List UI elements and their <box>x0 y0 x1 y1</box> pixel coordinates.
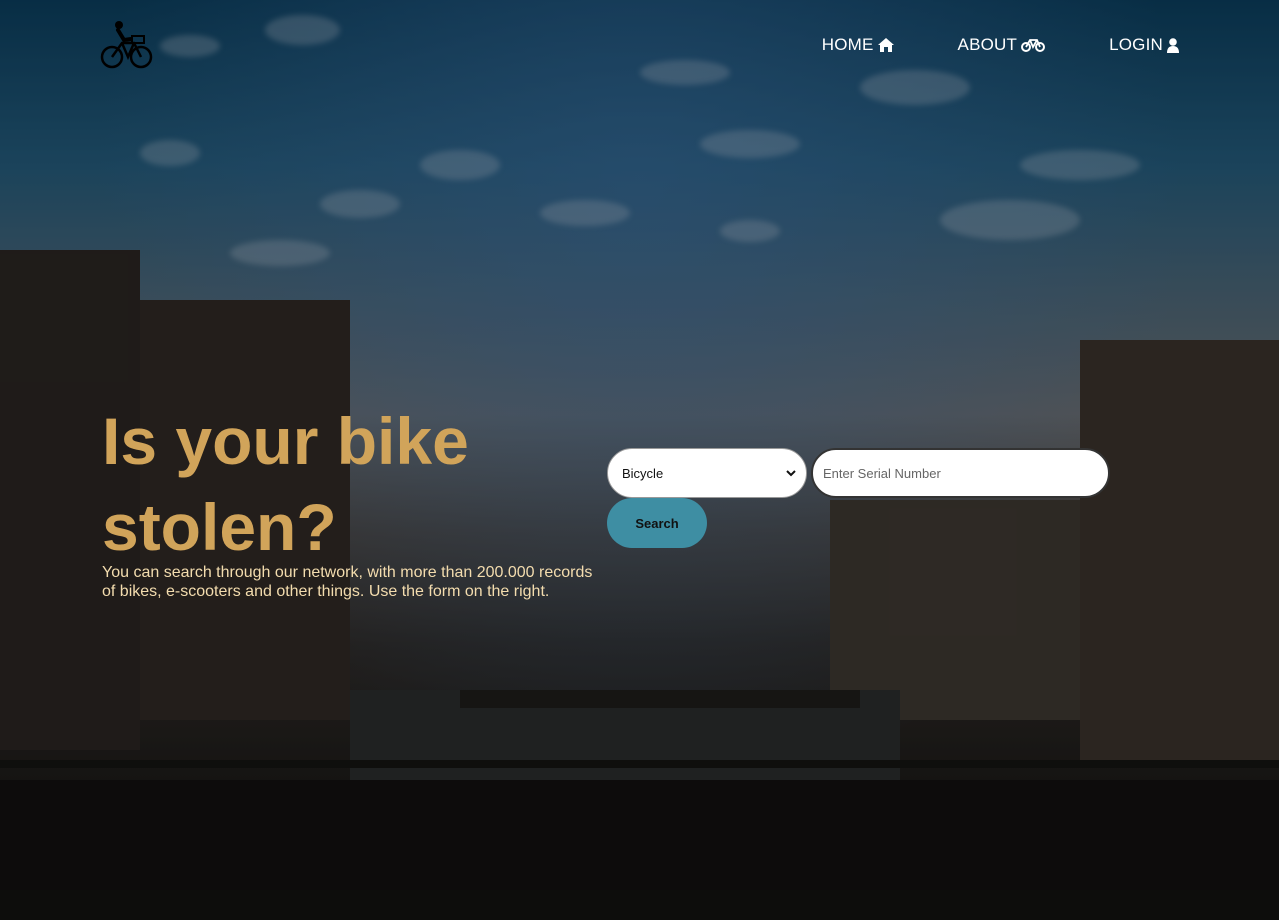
search-button[interactable]: Search <box>607 498 707 548</box>
nav-login-label: LOGIN <box>1109 35 1163 54</box>
cyclist-logo-icon[interactable] <box>100 20 154 70</box>
item-type-select[interactable]: Bicycle <box>607 448 807 498</box>
hero-description: You can search through our network, with… <box>102 564 593 600</box>
serial-number-input[interactable] <box>811 448 1110 498</box>
hero-title: Is your bike stolen? <box>102 404 469 564</box>
chevron-down-icon <box>786 469 796 476</box>
nav-about-link[interactable]: ABOUT <box>958 35 1046 55</box>
nav-home-link[interactable]: HOME <box>822 35 894 55</box>
main-nav: HOME ABOUT LOGIN <box>822 35 1179 55</box>
nav-home-label: HOME <box>821 35 874 54</box>
nav-about-label: ABOUT <box>957 35 1018 54</box>
user-icon <box>1167 37 1179 53</box>
bicycle-icon <box>1021 39 1046 52</box>
home-icon <box>877 38 894 52</box>
nav-login-link[interactable]: LOGIN <box>1109 35 1179 55</box>
item-type-value: Bicycle <box>622 465 664 481</box>
